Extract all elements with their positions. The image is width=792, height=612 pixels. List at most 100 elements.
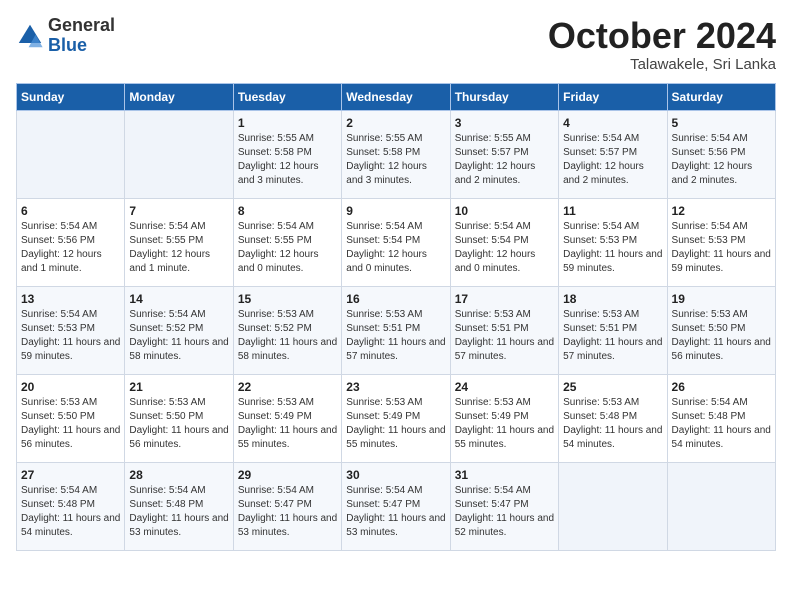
day-number: 16 [346,292,445,306]
calendar-cell: 3 Sunrise: 5:55 AM Sunset: 5:57 PM Daylig… [450,110,558,198]
month-title: October 2024 [548,16,776,56]
logo: General Blue [16,16,115,56]
day-number: 4 [563,116,662,130]
day-info: Sunrise: 5:54 AM Sunset: 5:53 PM Dayligh… [672,220,771,276]
calendar-cell: 9 Sunrise: 5:54 AM Sunset: 5:54 PM Daylig… [342,198,450,286]
header-wednesday: Wednesday [342,83,450,110]
day-info: Sunrise: 5:54 AM Sunset: 5:53 PM Dayligh… [563,220,662,276]
day-info: Sunrise: 5:54 AM Sunset: 5:55 PM Dayligh… [129,220,228,276]
calendar-cell: 24 Sunrise: 5:53 AM Sunset: 5:49 PM Dayli… [450,374,558,462]
week-row-4: 20 Sunrise: 5:53 AM Sunset: 5:50 PM Dayli… [17,374,776,462]
day-number: 20 [21,380,120,394]
day-info: Sunrise: 5:54 AM Sunset: 5:54 PM Dayligh… [455,220,554,276]
calendar-cell: 13Sunrise: 5:54 AM Sunset: 5:53 PM Dayli… [17,286,125,374]
day-info: Sunrise: 5:54 AM Sunset: 5:47 PM Dayligh… [346,484,445,540]
day-number: 5 [672,116,771,130]
day-info: Sunrise: 5:53 AM Sunset: 5:51 PM Dayligh… [563,308,662,364]
calendar-cell: 6 Sunrise: 5:54 AM Sunset: 5:56 PM Daylig… [17,198,125,286]
day-number: 28 [129,468,228,482]
day-info: Sunrise: 5:54 AM Sunset: 5:52 PM Dayligh… [129,308,228,364]
calendar-cell: 21 Sunrise: 5:53 AM Sunset: 5:50 PM Dayli… [125,374,233,462]
day-number: 3 [455,116,554,130]
day-info: Sunrise: 5:54 AM Sunset: 5:48 PM Dayligh… [129,484,228,540]
day-number: 9 [346,204,445,218]
calendar-cell: 27 Sunrise: 5:54 AM Sunset: 5:48 PM Dayli… [17,462,125,550]
calendar-cell: 17 Sunrise: 5:53 AM Sunset: 5:51 PM Dayli… [450,286,558,374]
week-row-2: 6 Sunrise: 5:54 AM Sunset: 5:56 PM Daylig… [17,198,776,286]
week-row-3: 13Sunrise: 5:54 AM Sunset: 5:53 PM Dayli… [17,286,776,374]
calendar-cell: 25Sunrise: 5:53 AM Sunset: 5:48 PM Dayli… [559,374,667,462]
title-area: October 2024 Talawakele, Sri Lanka [548,16,776,73]
week-row-1: 1 Sunrise: 5:55 AM Sunset: 5:58 PM Daylig… [17,110,776,198]
day-info: Sunrise: 5:54 AM Sunset: 5:57 PM Dayligh… [563,132,662,188]
day-number: 11 [563,204,662,218]
day-number: 19 [672,292,771,306]
day-info: Sunrise: 5:53 AM Sunset: 5:51 PM Dayligh… [346,308,445,364]
header-monday: Monday [125,83,233,110]
day-number: 6 [21,204,120,218]
day-info: Sunrise: 5:53 AM Sunset: 5:50 PM Dayligh… [21,396,120,452]
calendar-cell [17,110,125,198]
day-number: 13 [21,292,120,306]
calendar-cell: 5 Sunrise: 5:54 AM Sunset: 5:56 PM Daylig… [667,110,775,198]
header-tuesday: Tuesday [233,83,341,110]
day-number: 1 [238,116,337,130]
calendar-cell: 7 Sunrise: 5:54 AM Sunset: 5:55 PM Daylig… [125,198,233,286]
day-info: Sunrise: 5:55 AM Sunset: 5:57 PM Dayligh… [455,132,554,188]
day-number: 30 [346,468,445,482]
calendar-cell: 12Sunrise: 5:54 AM Sunset: 5:53 PM Dayli… [667,198,775,286]
logo-general-text: General [48,16,115,36]
day-info: Sunrise: 5:54 AM Sunset: 5:56 PM Dayligh… [672,132,771,188]
calendar-cell: 29Sunrise: 5:54 AM Sunset: 5:47 PM Dayli… [233,462,341,550]
day-info: Sunrise: 5:53 AM Sunset: 5:50 PM Dayligh… [129,396,228,452]
location-subtitle: Talawakele, Sri Lanka [548,56,776,73]
day-number: 15 [238,292,337,306]
day-number: 24 [455,380,554,394]
calendar-cell: 15Sunrise: 5:53 AM Sunset: 5:52 PM Dayli… [233,286,341,374]
day-number: 26 [672,380,771,394]
day-number: 7 [129,204,228,218]
logo-icon [16,22,44,50]
calendar-cell: 28 Sunrise: 5:54 AM Sunset: 5:48 PM Dayli… [125,462,233,550]
calendar-cell: 31Sunrise: 5:54 AM Sunset: 5:47 PM Dayli… [450,462,558,550]
calendar-cell: 16 Sunrise: 5:53 AM Sunset: 5:51 PM Dayli… [342,286,450,374]
day-number: 22 [238,380,337,394]
day-info: Sunrise: 5:53 AM Sunset: 5:49 PM Dayligh… [455,396,554,452]
calendar-cell: 19Sunrise: 5:53 AM Sunset: 5:50 PM Dayli… [667,286,775,374]
day-info: Sunrise: 5:53 AM Sunset: 5:51 PM Dayligh… [455,308,554,364]
calendar-cell: 8Sunrise: 5:54 AM Sunset: 5:55 PM Daylig… [233,198,341,286]
day-number: 21 [129,380,228,394]
calendar-cell: 4 Sunrise: 5:54 AM Sunset: 5:57 PM Daylig… [559,110,667,198]
calendar-cell: 2 Sunrise: 5:55 AM Sunset: 5:58 PM Daylig… [342,110,450,198]
calendar-cell: 1 Sunrise: 5:55 AM Sunset: 5:58 PM Daylig… [233,110,341,198]
calendar-cell: 18 Sunrise: 5:53 AM Sunset: 5:51 PM Dayli… [559,286,667,374]
calendar-table: SundayMondayTuesdayWednesdayThursdayFrid… [16,83,776,551]
day-info: Sunrise: 5:55 AM Sunset: 5:58 PM Dayligh… [238,132,337,188]
logo-blue-text: Blue [48,36,115,56]
calendar-cell [559,462,667,550]
calendar-cell: 30 Sunrise: 5:54 AM Sunset: 5:47 PM Dayli… [342,462,450,550]
day-number: 17 [455,292,554,306]
calendar-cell: 26 Sunrise: 5:54 AM Sunset: 5:48 PM Dayli… [667,374,775,462]
calendar-cell: 10Sunrise: 5:54 AM Sunset: 5:54 PM Dayli… [450,198,558,286]
day-number: 2 [346,116,445,130]
calendar-cell [667,462,775,550]
day-number: 31 [455,468,554,482]
calendar-cell: 11 Sunrise: 5:54 AM Sunset: 5:53 PM Dayli… [559,198,667,286]
header-sunday: Sunday [17,83,125,110]
header-thursday: Thursday [450,83,558,110]
day-number: 18 [563,292,662,306]
day-info: Sunrise: 5:54 AM Sunset: 5:48 PM Dayligh… [672,396,771,452]
day-info: Sunrise: 5:54 AM Sunset: 5:54 PM Dayligh… [346,220,445,276]
day-info: Sunrise: 5:55 AM Sunset: 5:58 PM Dayligh… [346,132,445,188]
day-number: 27 [21,468,120,482]
header: General Blue October 2024 Talawakele, Sr… [16,16,776,73]
day-info: Sunrise: 5:53 AM Sunset: 5:48 PM Dayligh… [563,396,662,452]
calendar-cell: 22Sunrise: 5:53 AM Sunset: 5:49 PM Dayli… [233,374,341,462]
header-saturday: Saturday [667,83,775,110]
day-number: 29 [238,468,337,482]
day-info: Sunrise: 5:54 AM Sunset: 5:48 PM Dayligh… [21,484,120,540]
day-info: Sunrise: 5:53 AM Sunset: 5:49 PM Dayligh… [346,396,445,452]
day-number: 8 [238,204,337,218]
day-info: Sunrise: 5:54 AM Sunset: 5:56 PM Dayligh… [21,220,120,276]
